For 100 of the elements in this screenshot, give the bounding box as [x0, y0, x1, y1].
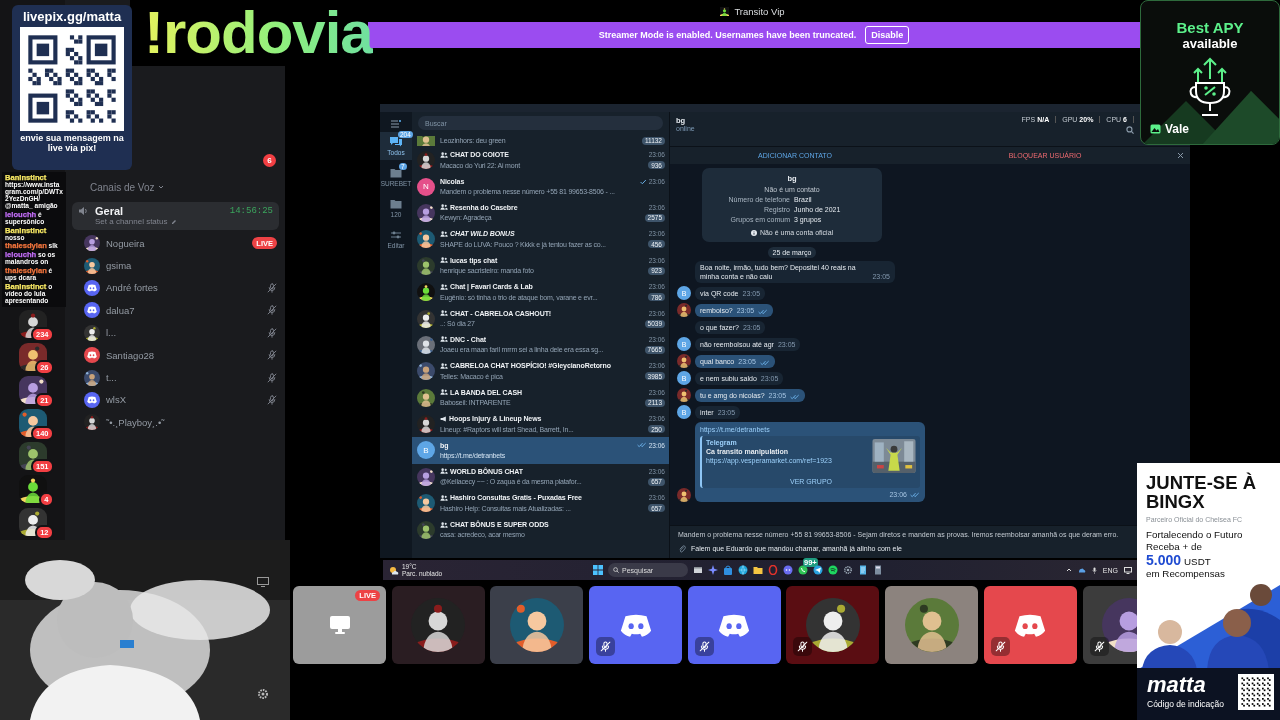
controller-face-icon: [1014, 612, 1047, 638]
cloud-icon[interactable]: [1077, 567, 1086, 573]
screen-share-icon[interactable]: [257, 577, 269, 587]
server-icon[interactable]: [18, 442, 47, 470]
settings-icon[interactable]: [257, 688, 269, 700]
elapsed-time: 14:56:25: [229, 206, 273, 216]
shopping-bag-icon[interactable]: [723, 565, 733, 575]
group-icon: [440, 310, 448, 317]
group-icon: [440, 257, 448, 264]
trophy-icon: [1188, 57, 1232, 119]
group-icon: [440, 151, 448, 158]
microphone-icon[interactable]: [1091, 566, 1097, 574]
avatar: N: [417, 177, 435, 196]
paper-plane-icon[interactable]: [813, 565, 823, 575]
group-icon: [440, 336, 448, 343]
member-name[interactable]: gsima: [106, 260, 277, 272]
photo-logo-icon: [1150, 124, 1161, 134]
server-icon[interactable]: [18, 508, 47, 536]
group-icon: [440, 230, 448, 237]
monitor-icon: [329, 616, 350, 634]
controller-face-icon: [87, 283, 97, 292]
search-icon[interactable]: [1126, 126, 1134, 134]
search-icon: [613, 567, 619, 573]
controller-face-icon: [619, 612, 652, 638]
ad-text: Receba + de: [1146, 540, 1203, 553]
controller-face-icon: [87, 306, 97, 315]
participant-tile[interactable]: [391, 586, 485, 664]
window-title: Transito Vip: [734, 5, 785, 17]
pencil-icon: [170, 218, 177, 225]
banner-text: Streamer Mode is enabled. Usernames have been truncated.: [598, 30, 857, 40]
ad-subline: available: [1182, 36, 1238, 51]
paperclip-icon[interactable]: [678, 543, 686, 553]
server-icon[interactable]: [18, 310, 47, 338]
server-icon[interactable]: [18, 409, 47, 437]
ring-icon[interactable]: [768, 565, 778, 575]
gear-icon[interactable]: [843, 565, 853, 575]
close-icon[interactable]: [1176, 152, 1184, 159]
globe-icon[interactable]: [738, 565, 748, 575]
chevron-up-icon[interactable]: [1065, 567, 1072, 573]
sparkle-icon[interactable]: [708, 565, 718, 575]
calculator-icon[interactable]: [873, 565, 883, 575]
controller-face-icon: [87, 351, 97, 360]
megaphone-icon: [440, 415, 447, 422]
member-name[interactable]: André fortes: [106, 282, 261, 294]
member-name[interactable]: wlsX: [106, 394, 261, 406]
speaker-icon: [78, 206, 88, 216]
windows-icon[interactable]: [593, 565, 603, 575]
channel-name: Geral: [95, 205, 125, 217]
participant-tile[interactable]: [786, 586, 880, 664]
window-icon[interactable]: [693, 565, 703, 575]
group-icon: [440, 362, 448, 369]
folder-icon: [390, 199, 402, 209]
member-name[interactable]: ˜•.¸Playboy¸.•˜: [106, 416, 277, 428]
ad-headline: Best APY: [1176, 19, 1244, 36]
chat-bubble-icon[interactable]: [783, 565, 793, 575]
group-icon: [440, 204, 448, 211]
donation-caption: envie sua mensagem na live via pix!: [19, 134, 125, 154]
ad-text: Fortalecendo o Futuro: [1146, 528, 1244, 541]
disable-button[interactable]: Disable: [865, 26, 910, 44]
member-name[interactable]: l...: [106, 327, 261, 339]
group-icon: [440, 521, 448, 528]
participant-tile[interactable]: [490, 586, 584, 664]
group-icon: [440, 468, 448, 475]
folder-icon[interactable]: [753, 565, 763, 575]
chevron-down-icon: [157, 184, 164, 190]
sliders-icon: [390, 230, 402, 240]
folder-icon: [390, 168, 402, 178]
notification-badge: 6: [263, 154, 276, 167]
server-icon[interactable]: [18, 376, 47, 404]
referral-code: matta: [1147, 674, 1207, 696]
member-name[interactable]: Nogueira: [106, 237, 247, 249]
voice-channel[interactable]: Geral 14:56:25 Set a channel status: [72, 202, 279, 230]
document-icon[interactable]: [858, 565, 868, 575]
server-icon[interactable]: [18, 343, 47, 371]
controller-face-icon: [87, 395, 97, 404]
phone-bubble-icon[interactable]: [798, 565, 808, 575]
participant-tile[interactable]: [687, 586, 781, 664]
weather-icon: [389, 565, 399, 575]
category-label[interactable]: Canais de Voz: [90, 181, 155, 193]
member-name[interactable]: Santiago28: [106, 349, 261, 361]
status-placeholder[interactable]: Set a channel status: [95, 217, 168, 226]
group-icon: [440, 389, 448, 396]
controller-face-icon: [718, 612, 751, 638]
music-circle-icon[interactable]: [828, 565, 838, 575]
ad-headline: JUNTE-SE À BINGX: [1146, 473, 1257, 512]
participant-tile[interactable]: [885, 586, 979, 664]
menu-icon[interactable]: [391, 120, 401, 128]
participant-tile[interactable]: [983, 586, 1077, 664]
qr-code: [1238, 674, 1274, 710]
group-icon: [440, 283, 448, 290]
monitor-icon[interactable]: [1124, 566, 1132, 574]
chat-bubbles-icon: [389, 136, 403, 147]
avatar: B: [417, 441, 435, 460]
reward-amount: 5.000: [1146, 552, 1182, 569]
member-name[interactable]: dalua7: [106, 304, 261, 316]
brand-name: Vale: [1165, 122, 1190, 136]
participant-tile[interactable]: [589, 586, 683, 664]
server-icon[interactable]: [18, 475, 47, 503]
member-name[interactable]: t...: [106, 372, 261, 384]
group-icon: [440, 494, 448, 501]
